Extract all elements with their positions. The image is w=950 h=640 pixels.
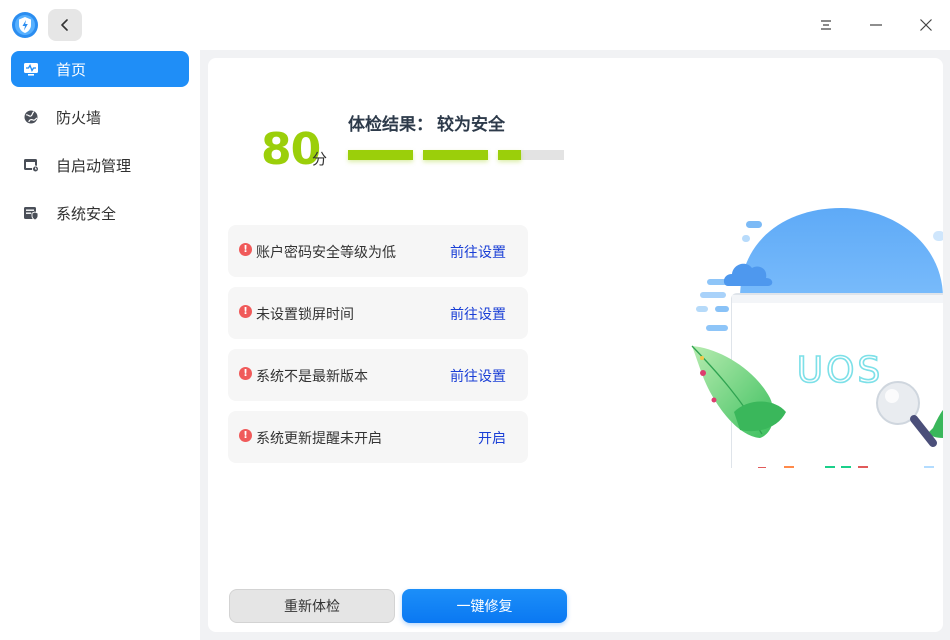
score-progress-bar — [348, 150, 564, 160]
issue-action-link[interactable]: 前往设置 — [450, 366, 506, 386]
warning-icon: ! — [239, 367, 252, 380]
issue-text: 未设置锁屏时间 — [256, 307, 354, 323]
result-label: 体检结果： — [348, 115, 433, 135]
issue-action-link[interactable]: 前往设置 — [450, 304, 506, 324]
sidebar-item-label: 首页 — [56, 60, 87, 79]
result-value: 较为安全 — [437, 115, 505, 135]
sidebar-item-startup[interactable]: 自启动管理 — [11, 147, 189, 183]
sidebar-item-firewall[interactable]: 防火墙 — [11, 99, 189, 135]
warning-icon: ! — [239, 243, 252, 256]
issue-item: ! 账户密码安全等级为低 前往设置 — [228, 225, 528, 277]
system-shield-icon — [24, 207, 39, 221]
sidebar-item-home[interactable]: 首页 — [11, 51, 189, 87]
minimize-icon — [870, 24, 882, 26]
svg-text:UOS: UOS — [797, 350, 884, 391]
issue-action-link[interactable]: 开启 — [478, 428, 506, 448]
sidebar-item-label: 系统安全 — [56, 204, 117, 223]
warning-icon: ! — [239, 305, 252, 318]
issue-text: 系统不是最新版本 — [256, 369, 368, 385]
back-button[interactable] — [48, 9, 82, 41]
window-menu-button[interactable] — [811, 10, 841, 40]
main-panel: 80 分 体检结果： 较为安全 ! 账户密码安全等级为低 前往设置 ! 未设置锁… — [208, 58, 943, 632]
issue-action-link[interactable]: 前往设置 — [450, 242, 506, 262]
issue-text: 系统更新提醒未开启 — [256, 431, 382, 447]
app-logo-icon — [11, 11, 39, 39]
progress-fill-segment — [423, 150, 488, 160]
sidebar-item-label: 防火墙 — [56, 108, 102, 127]
issue-item: ! 系统更新提醒未开启 开启 — [228, 411, 528, 463]
monitor-pulse-icon — [24, 63, 38, 76]
warning-icon: ! — [239, 429, 252, 442]
recheck-button[interactable]: 重新体检 — [229, 589, 395, 623]
firewall-globe-icon — [24, 110, 38, 124]
issue-text: 账户密码安全等级为低 — [256, 245, 396, 261]
close-button[interactable] — [911, 10, 941, 40]
sidebar-item-system-security[interactable]: 系统安全 — [11, 195, 189, 231]
sidebar: 首页 防火墙 自启动管理 系统安全 — [0, 50, 200, 640]
uos-illustration: UOS — [691, 208, 943, 468]
score-unit: 分 — [312, 150, 328, 168]
issue-item: ! 未设置锁屏时间 前往设置 — [228, 287, 528, 339]
issue-item: ! 系统不是最新版本 前往设置 — [228, 349, 528, 401]
minimize-button[interactable] — [861, 10, 891, 40]
fix-all-button[interactable]: 一键修复 — [402, 589, 567, 623]
chevron-left-icon — [61, 19, 68, 31]
startup-window-icon — [24, 159, 39, 173]
progress-fill-segment — [498, 150, 521, 160]
close-icon — [920, 19, 932, 31]
title-bar — [0, 0, 950, 50]
menu-icon — [821, 20, 831, 30]
progress-fill-segment — [348, 150, 413, 160]
sidebar-item-label: 自启动管理 — [56, 156, 132, 175]
